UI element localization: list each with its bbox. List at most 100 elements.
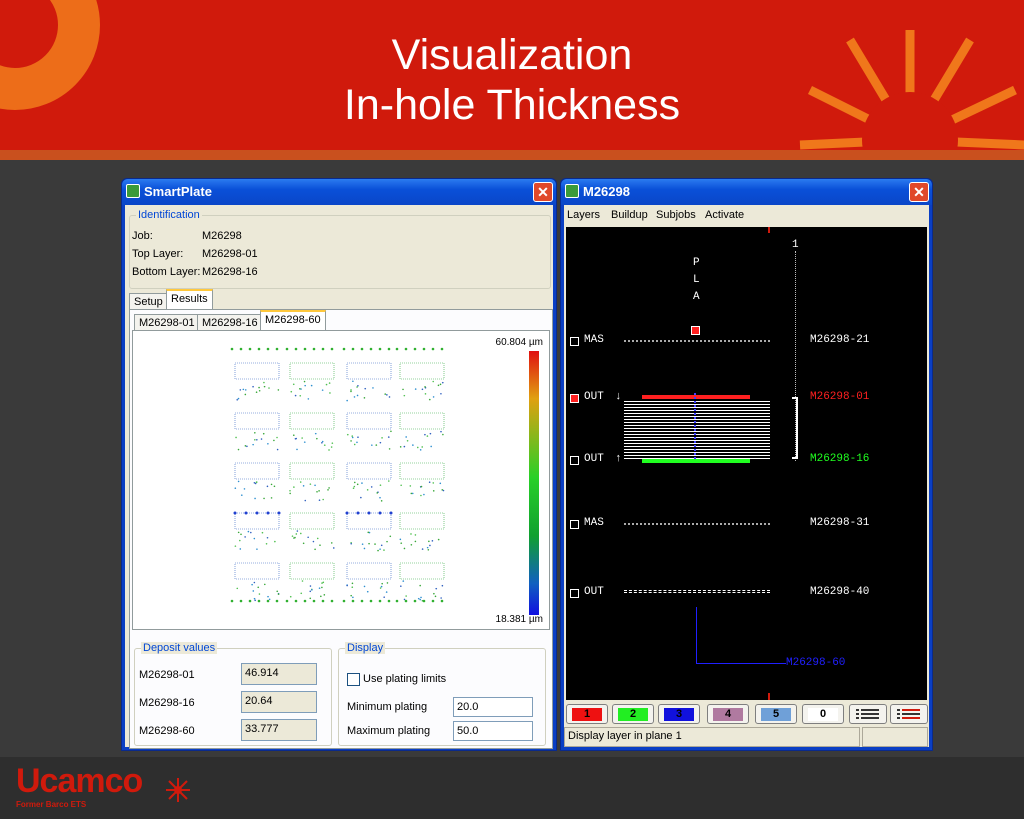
hole-mark (369, 599, 373, 603)
slide-header: Visualization In-hole Thickness (0, 0, 1024, 152)
hole-mark (289, 492, 291, 495)
hole-mark (301, 437, 303, 439)
hole-mark (350, 542, 353, 545)
hole-mark (328, 382, 331, 384)
results-page: M26298-01 M26298-16 M26298-60 60.804 µm … (129, 309, 553, 749)
hole-mark (431, 540, 434, 542)
deposit-values-legend: Deposit values (141, 642, 218, 654)
layer-name-01[interactable]: M26298-01 (810, 391, 869, 403)
hole-mark (316, 491, 318, 493)
list-view-button[interactable] (849, 704, 887, 724)
colored-list-button[interactable] (890, 704, 928, 724)
hole-mark (270, 483, 273, 486)
menu-layers[interactable]: Layers (567, 209, 600, 221)
close-button[interactable]: ✕ (533, 182, 553, 202)
hole-mark (406, 439, 409, 442)
layer-name-40[interactable]: M26298-40 (810, 586, 869, 598)
hole-mark (387, 436, 390, 438)
buildup-canvas[interactable]: 1 P L A MAS M26298-21 OUT ↓ M26298-01 OU… (566, 227, 927, 700)
tab-results[interactable]: Results (166, 289, 213, 309)
max-plating-label: Maximum plating (347, 725, 431, 737)
hole-mark (352, 596, 354, 599)
layer-check-31[interactable] (570, 520, 579, 529)
scale-max-label: 60.804 µm (495, 337, 543, 348)
hole-mark (309, 590, 312, 593)
hole-mark (277, 389, 280, 391)
hole-mark (243, 488, 246, 490)
hole-mark (399, 538, 402, 541)
hole-mark (422, 347, 426, 351)
hole-mark (356, 441, 358, 444)
drill-layer-name[interactable]: M26298-60 (786, 657, 845, 669)
hole-mark (240, 533, 242, 536)
hole-mark (439, 482, 442, 485)
pla-letter-a: A (693, 291, 700, 303)
hole-mark (266, 347, 270, 351)
menu-subjobs[interactable]: Subjobs (656, 209, 696, 221)
plane-button-3[interactable]: 3 (658, 704, 700, 724)
min-plating-input[interactable]: 20.0 (453, 697, 533, 717)
hole-mark (400, 484, 402, 487)
hole-mark (304, 499, 307, 502)
hole-mark (356, 394, 359, 397)
plane-button-0[interactable]: 0 (802, 704, 844, 724)
hole-mark (294, 599, 298, 603)
layer-name-21[interactable]: M26298-21 (810, 334, 869, 346)
layer-name-16[interactable]: M26298-16 (810, 453, 869, 465)
drill-leader-horizontal (696, 663, 786, 664)
hole-mark (256, 548, 258, 550)
hole-mark (238, 539, 241, 542)
hole-mark (388, 448, 391, 450)
scale-min-label: 18.381 µm (495, 614, 543, 625)
hole-mark (294, 347, 298, 351)
viewer-close-button[interactable]: ✕ (909, 182, 929, 202)
hole-mark (351, 435, 354, 437)
layer-check-16[interactable] (570, 456, 579, 465)
hole-mark (352, 380, 354, 383)
plane-button-4[interactable]: 4 (707, 704, 749, 724)
hole-mark (360, 599, 364, 603)
hole-mark (263, 385, 266, 388)
max-plating-input[interactable]: 50.0 (453, 721, 533, 741)
hole-mark (405, 436, 407, 438)
plating-limits-checkbox[interactable] (347, 673, 360, 686)
top-layer-label: Top Layer: (132, 248, 184, 260)
hole-mark (342, 599, 346, 603)
hole-mark (253, 537, 256, 540)
plane-button-5[interactable]: 5 (755, 704, 797, 724)
hole-mark (318, 490, 320, 492)
hole-mark (316, 437, 318, 440)
thickness-map[interactable] (227, 343, 487, 613)
viewer-title: M26298 (583, 184, 630, 199)
viewer-titlebar[interactable]: M26298 ✕ (561, 179, 932, 205)
plane-button-1[interactable]: 1 (566, 704, 608, 724)
hole-mark (327, 489, 329, 491)
layer-check-40[interactable] (570, 589, 579, 598)
hole-mark (351, 436, 354, 439)
plating-limits-label: Use plating limits (363, 673, 447, 685)
hole-mark (230, 599, 234, 603)
hole-mark (291, 535, 294, 537)
hole-mark (379, 484, 382, 486)
menu-buildup[interactable]: Buildup (611, 209, 648, 221)
layer-check-21[interactable] (570, 337, 579, 346)
hole-mark (387, 347, 391, 351)
plane-button-2[interactable]: 2 (612, 704, 654, 724)
hole-mark (424, 386, 426, 388)
tab-layer-60[interactable]: M26298-60 (260, 310, 326, 330)
hole-mark (366, 590, 369, 593)
hole-mark (314, 548, 316, 551)
hole-mark (304, 384, 306, 387)
hole-mark (316, 537, 319, 540)
hole-mark (346, 399, 348, 402)
layer-name-31[interactable]: M26298-31 (810, 517, 869, 529)
hole-mark (360, 496, 362, 499)
hole-mark (367, 511, 371, 515)
menu-activate[interactable]: Activate (705, 209, 744, 221)
layer-check-01[interactable] (570, 394, 579, 403)
hole-mark (290, 390, 293, 393)
hole-mark (237, 448, 240, 451)
hole-mark (312, 599, 316, 603)
smartplate-titlebar[interactable]: SmartPlate ✕ (122, 179, 556, 205)
hole-mark (351, 599, 355, 603)
